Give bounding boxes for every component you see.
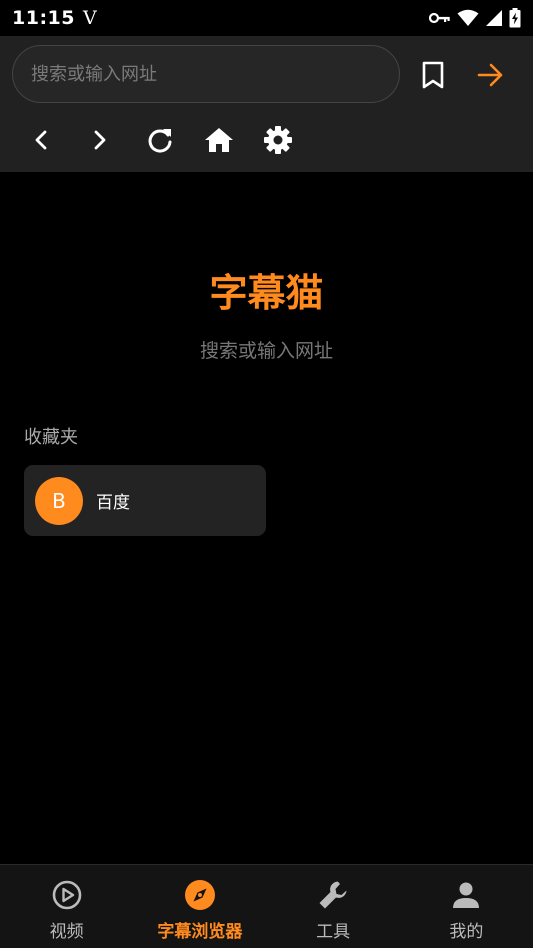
bottom-nav-label: 字幕浏览器 [157, 922, 243, 942]
wrench-icon [317, 879, 349, 911]
go-button[interactable] [472, 56, 510, 94]
home-button[interactable] [199, 120, 239, 160]
bookmark-button[interactable] [414, 56, 452, 94]
search-box [12, 45, 400, 103]
bottom-nav: 视频 字幕浏览器 工具 我的 [0, 864, 533, 948]
arrow-right-icon [477, 63, 503, 87]
nav-row [0, 120, 533, 160]
settings-button[interactable] [258, 120, 298, 160]
page-subtitle: 搜索或输入网址 [199, 340, 333, 362]
browser-toolbar [0, 36, 533, 172]
bottom-nav-subtitle-browser[interactable]: 字幕浏览器 [133, 865, 266, 948]
favorites-section-title: 收藏夹 [24, 427, 78, 448]
search-input[interactable] [31, 63, 399, 85]
person-icon [450, 879, 482, 911]
home-icon [205, 128, 233, 152]
battery-charging-icon [509, 8, 521, 28]
favorite-avatar: B [35, 476, 83, 525]
wifi-icon [457, 9, 479, 27]
bottom-nav-me[interactable]: 我的 [400, 865, 533, 948]
bottom-nav-label: 工具 [316, 922, 351, 942]
chevron-right-icon [94, 130, 106, 150]
page-title: 字幕猫 [209, 271, 324, 315]
refresh-button[interactable] [140, 120, 180, 160]
back-button[interactable] [21, 120, 61, 160]
compass-icon [184, 879, 216, 911]
forward-button[interactable] [80, 120, 120, 160]
signal-icon [485, 9, 503, 27]
status-right [429, 8, 521, 28]
settings-icon [264, 126, 292, 154]
favorite-label: 百度 [96, 493, 130, 513]
bottom-nav-label: 我的 [449, 922, 484, 942]
chevron-left-icon [35, 130, 47, 150]
play-circle-icon [51, 879, 83, 911]
status-left: 11:15 V [12, 7, 97, 29]
status-bar: 11:15 V [0, 0, 533, 36]
app-notification-icon: V [82, 7, 97, 29]
favorite-item-baidu[interactable]: B 百度 [24, 465, 266, 536]
refresh-icon [148, 129, 172, 153]
status-time: 11:15 [12, 7, 75, 29]
key-icon [429, 11, 451, 25]
bottom-nav-video[interactable]: 视频 [0, 865, 133, 948]
app-root: 11:15 V 搜索或输入网址 字幕猫 搜索或输入网址 收藏夹 B 百度 视频 … [0, 0, 533, 948]
bookmark-icon [422, 61, 444, 89]
bottom-nav-tools[interactable]: 工具 [267, 865, 400, 948]
bottom-nav-label: 视频 [49, 922, 84, 942]
